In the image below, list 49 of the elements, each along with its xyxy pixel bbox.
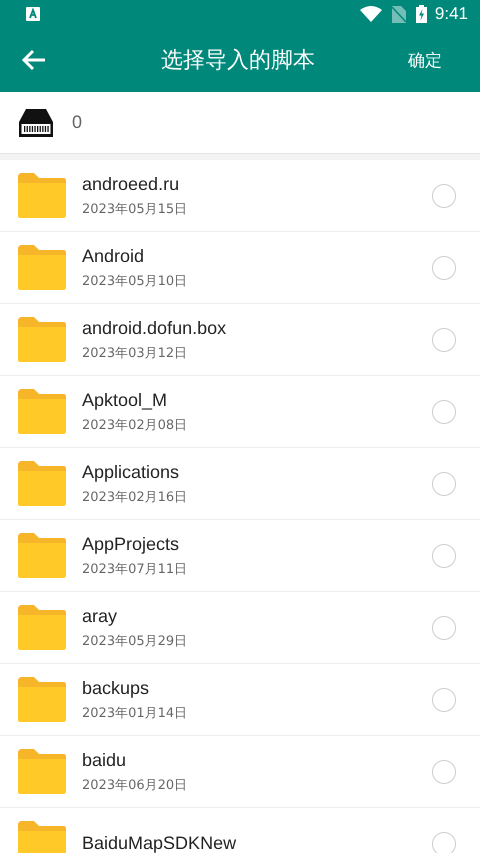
radio-button[interactable] (432, 184, 456, 208)
folder-name: aray (82, 606, 118, 626)
folder-date: 2023年02月08日 (82, 416, 188, 434)
folder-date: 2023年02月16日 (82, 488, 188, 506)
folder-icon (16, 820, 68, 853)
folder-icon (16, 604, 68, 650)
folder-name: androeed.ru (82, 174, 180, 194)
folder-date: 2023年06月20日 (82, 776, 188, 794)
folder-icon (16, 676, 68, 722)
folder-date: 2023年07月11日 (82, 560, 188, 578)
folder-name: Android (82, 246, 146, 266)
folder-name: Apktool_M (82, 390, 168, 410)
folder-date: 2023年01月14日 (82, 704, 188, 722)
folder-icon (16, 172, 68, 218)
folder-name: BaiduMapSDKNew (82, 833, 238, 853)
folder-name: backups (82, 678, 150, 698)
confirm-button[interactable]: 确定 (408, 48, 480, 72)
no-sim-icon (392, 6, 406, 22)
folder-date: 2023年05月29日 (82, 632, 188, 650)
folder-icon (16, 244, 68, 290)
screen-title: 选择导入的脚本 (160, 47, 316, 75)
folder-name: Applications (82, 462, 180, 482)
radio-button[interactable] (432, 832, 456, 853)
radio-button[interactable] (432, 616, 456, 640)
radio-button[interactable] (432, 760, 456, 784)
folder-icon (16, 748, 68, 794)
folder-icon (16, 316, 68, 362)
storage-drive-icon (18, 108, 54, 138)
radio-button[interactable] (432, 544, 456, 568)
folder-name: android.dofun.box (82, 318, 228, 338)
wifi-icon (360, 6, 382, 22)
app-notification-icon (26, 7, 40, 21)
folder-name: baidu (82, 750, 128, 770)
item-count: 0 (72, 112, 82, 133)
folder-name: AppProjects (82, 534, 180, 554)
folder-date: 2023年05月10日 (82, 272, 188, 290)
status-time: 9:41 (434, 4, 468, 24)
folder-icon (16, 532, 68, 578)
folder-date: 2023年03月12日 (82, 344, 188, 362)
radio-button[interactable] (432, 472, 456, 496)
folder-icon (16, 388, 68, 434)
radio-button[interactable] (432, 256, 456, 280)
back-arrow-icon (22, 49, 46, 71)
folder-icon (16, 460, 68, 506)
radio-button[interactable] (432, 328, 456, 352)
radio-button[interactable] (432, 400, 456, 424)
folder-date: 2023年05月15日 (82, 200, 188, 218)
radio-button[interactable] (432, 688, 456, 712)
battery-charging-icon (416, 5, 427, 23)
